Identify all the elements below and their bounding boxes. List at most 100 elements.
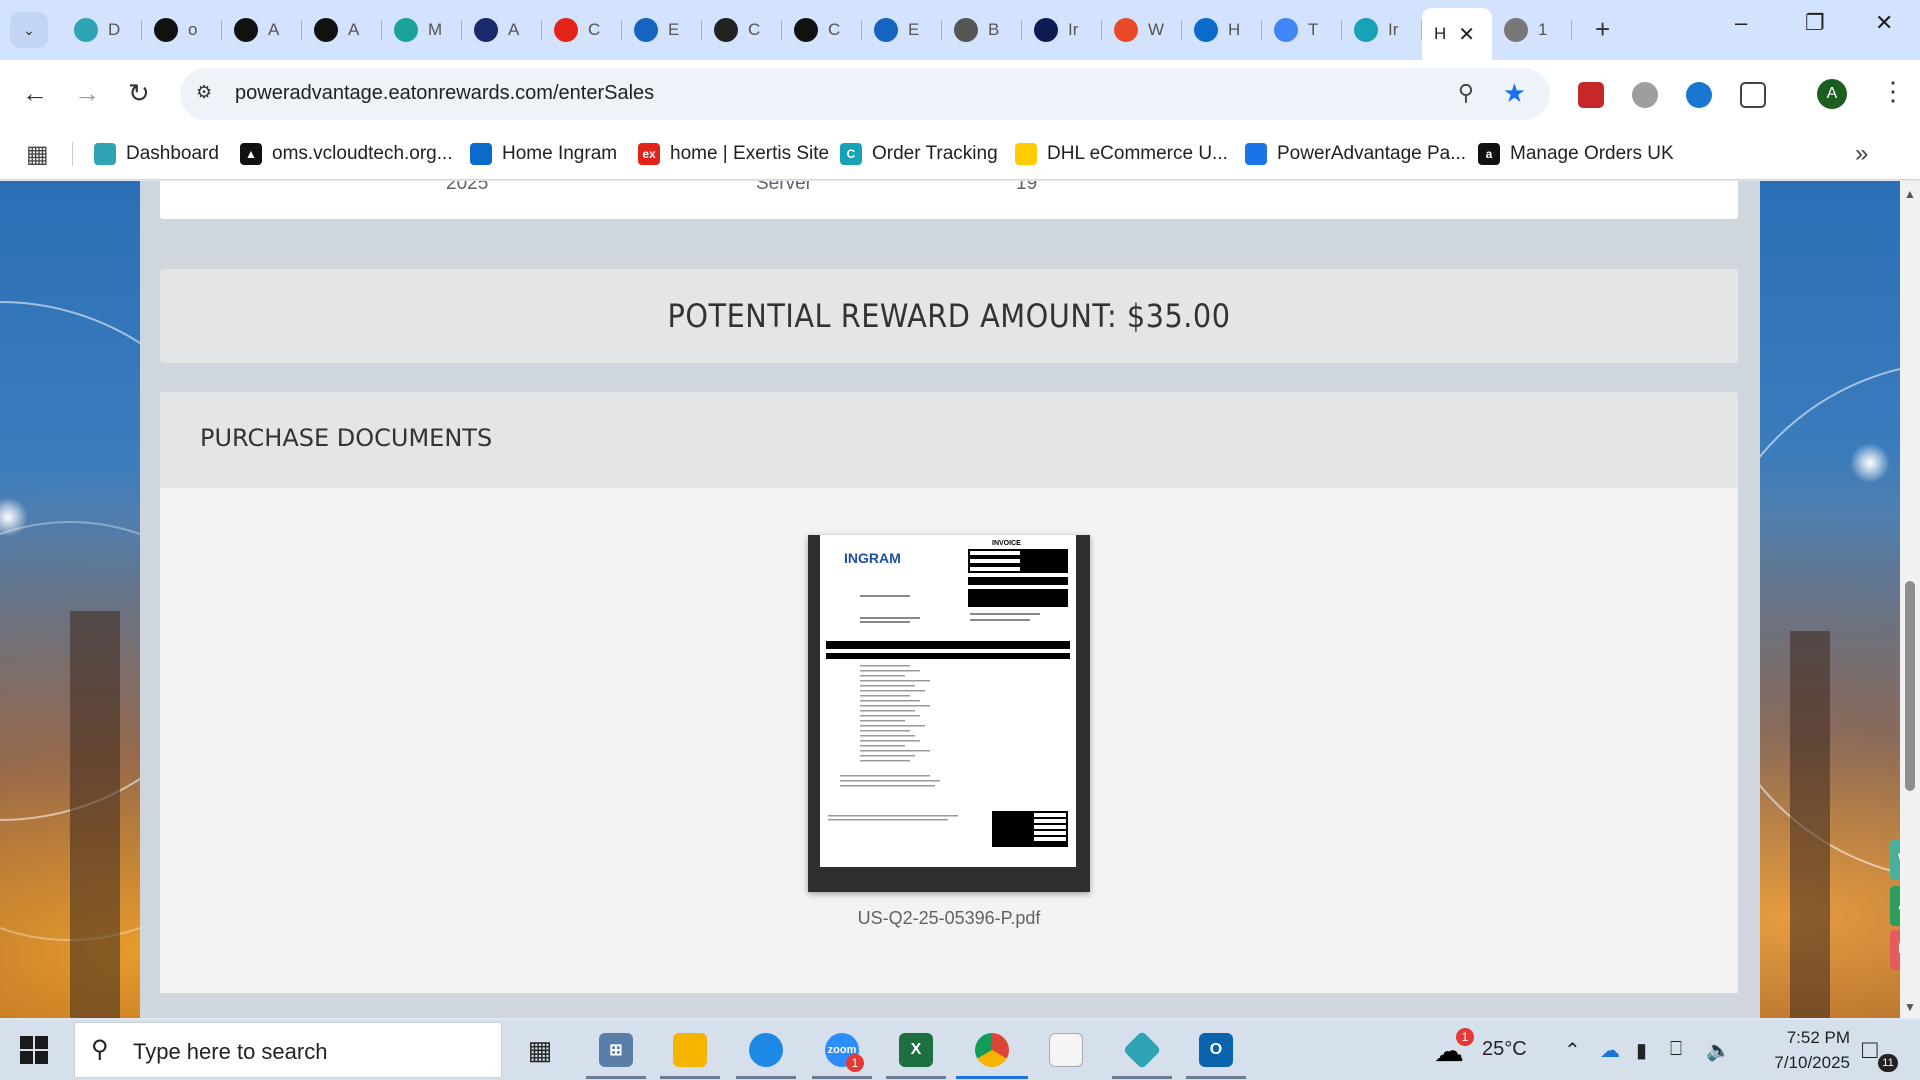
- bookmark-item[interactable]: ex home | Exertis Site: [638, 140, 829, 168]
- battery-icon[interactable]: ▮: [1636, 1038, 1647, 1063]
- scrollbar-thumb[interactable]: [1905, 581, 1915, 791]
- reload-button[interactable]: ↻: [128, 78, 150, 109]
- browser-tab[interactable]: E: [622, 8, 702, 52]
- show-hidden-icons-icon[interactable]: ⌃: [1564, 1038, 1581, 1063]
- close-tab-icon[interactable]: ✕: [1458, 22, 1475, 47]
- browser-tab[interactable]: D: [62, 8, 142, 52]
- browser-tab[interactable]: Ir: [1342, 8, 1422, 52]
- edge-icon: [749, 1033, 783, 1067]
- address-bar[interactable]: ⚙ poweradvantage.eatonrewards.com/enterS…: [180, 68, 1550, 120]
- row-product: Server: [756, 181, 812, 194]
- browser-tab[interactable]: o: [142, 8, 222, 52]
- browser-tab[interactable]: A: [462, 8, 542, 52]
- weather-badge: 1: [1456, 1028, 1474, 1046]
- document-thumbnail[interactable]: INGRAM INVOICE: [808, 535, 1090, 892]
- notifications-icon[interactable]: □: [1862, 1034, 1878, 1065]
- bookmark-label: DHL eCommerce U...: [1047, 143, 1228, 164]
- taskbar-search-box[interactable]: ⚲ Type here to search: [74, 1022, 502, 1078]
- hexagon-teal-icon: [74, 18, 98, 42]
- browser-tab[interactable]: 1: [1492, 8, 1572, 52]
- google-icon: [1274, 18, 1298, 42]
- forward-button[interactable]: →: [74, 78, 100, 109]
- volume-icon[interactable]: 🔈: [1706, 1038, 1731, 1063]
- bookmark-item[interactable]: DHL eCommerce U...: [1015, 140, 1228, 168]
- taskbar-search-placeholder: Type here to search: [133, 1039, 328, 1064]
- vpn-extension-icon[interactable]: [1686, 82, 1712, 108]
- tab-title: E: [668, 20, 680, 39]
- taskbar-app-hexagon[interactable]: [1120, 1028, 1164, 1072]
- bookmark-star-icon[interactable]: ★: [1503, 78, 1526, 109]
- browser-menu-icon[interactable]: ⋮: [1880, 76, 1906, 107]
- document-filename[interactable]: US-Q2-25-05396-P.pdf: [160, 908, 1738, 929]
- url-text[interactable]: poweradvantage.eatonrewards.com/enterSal…: [235, 82, 654, 105]
- active-indicator: [956, 1076, 1028, 1079]
- tab-title: W: [1148, 20, 1165, 39]
- scroll-down-arrow-icon[interactable]: ▼: [1904, 1000, 1916, 1014]
- bookmark-item[interactable]: ▲ oms.vcloudtech.org...: [240, 140, 453, 168]
- tab-title: Ir: [1068, 20, 1079, 39]
- weather-temperature[interactable]: 25°C: [1482, 1038, 1527, 1061]
- network-icon[interactable]: ⎕: [1670, 1038, 1682, 1061]
- apps-grid-icon[interactable]: ▦: [26, 140, 49, 169]
- taskbar-zoom[interactable]: zoom 1: [820, 1028, 864, 1072]
- browser-tab[interactable]: B: [942, 8, 1022, 52]
- new-tab-button[interactable]: +: [1595, 14, 1610, 45]
- task-view-icon: ▦: [527, 1034, 553, 1065]
- browser-tab[interactable]: Ir: [1022, 8, 1102, 52]
- system-clock[interactable]: 7:52 PM 7/10/2025: [1740, 1025, 1850, 1075]
- running-indicator: [736, 1076, 796, 1079]
- browser-tab[interactable]: T: [1262, 8, 1342, 52]
- taskbar-edge[interactable]: [744, 1028, 788, 1072]
- amazon-icon: [314, 18, 338, 42]
- zoom-icon[interactable]: ⚲: [1458, 80, 1474, 106]
- site-info-icon[interactable]: ⚙: [196, 82, 212, 103]
- page-viewport: 2025 Server 19 POTENTIAL REWARD AMOUNT: …: [0, 181, 1900, 1018]
- restore-button[interactable]: ❐: [1805, 10, 1825, 36]
- pdf-extension-icon[interactable]: [1578, 82, 1604, 108]
- exertis-red-icon: [554, 18, 578, 42]
- bookmark-label: oms.vcloudtech.org...: [272, 143, 453, 164]
- page-scrollbar[interactable]: ▲ ▼: [1900, 181, 1920, 1018]
- scroll-up-arrow-icon[interactable]: ▲: [1904, 187, 1916, 201]
- file-icon: [1049, 1033, 1083, 1067]
- onedrive-cloud-icon[interactable]: ☁: [1600, 1038, 1620, 1063]
- back-button[interactable]: ←: [22, 78, 48, 109]
- browser-tab[interactable]: M: [382, 8, 462, 52]
- windows-start-button[interactable]: [20, 1036, 48, 1064]
- globe-extension-icon[interactable]: [1632, 82, 1658, 108]
- browser-tab[interactable]: C: [542, 8, 622, 52]
- browser-tab[interactable]: E: [862, 8, 942, 52]
- browser-tab[interactable]: H: [1182, 8, 1262, 52]
- browser-tab[interactable]: C: [702, 8, 782, 52]
- taskbar-file-explorer[interactable]: [668, 1028, 712, 1072]
- arrow-navy-icon: [474, 18, 498, 42]
- taskbar-outlook[interactable]: O: [1194, 1028, 1238, 1072]
- bookmark-item[interactable]: Dashboard: [94, 140, 219, 168]
- bookmark-label: Manage Orders UK: [1510, 143, 1674, 164]
- bookmark-item[interactable]: a Manage Orders UK: [1478, 140, 1674, 168]
- task-view-button[interactable]: ▦: [518, 1028, 562, 1072]
- browser-tab[interactable]: A: [222, 8, 302, 52]
- more-bookmarks-icon[interactable]: »: [1855, 140, 1868, 168]
- taskbar-notepad[interactable]: [1044, 1028, 1088, 1072]
- close-window-button[interactable]: ✕: [1875, 10, 1893, 36]
- extensions-puzzle-icon[interactable]: [1740, 82, 1766, 108]
- taskbar-excel[interactable]: X: [894, 1028, 938, 1072]
- browser-tab[interactable]: C: [782, 8, 862, 52]
- bookmark-item[interactable]: Home Ingram: [470, 140, 617, 168]
- browser-tab[interactable]: A: [302, 8, 382, 52]
- chrome-icon: [975, 1033, 1009, 1067]
- browser-tab[interactable]: W: [1102, 8, 1182, 52]
- bookmark-item[interactable]: C Order Tracking: [840, 140, 998, 168]
- profile-avatar[interactable]: A: [1817, 79, 1847, 109]
- bookmark-item[interactable]: PowerAdvantage Pa...: [1245, 140, 1466, 168]
- minimize-button[interactable]: –: [1735, 10, 1747, 36]
- taskbar-chrome[interactable]: [970, 1028, 1014, 1072]
- running-indicator: [586, 1076, 646, 1079]
- active-browser-tab[interactable]: H ✕: [1422, 8, 1492, 60]
- taskbar-calculator[interactable]: ⊞: [594, 1028, 638, 1072]
- dhl-icon: [1015, 143, 1037, 165]
- clock-time: 7:52 PM: [1786, 1028, 1850, 1047]
- tab-search-button[interactable]: ⌄: [10, 12, 48, 48]
- clock-date: 7/10/2025: [1774, 1053, 1850, 1072]
